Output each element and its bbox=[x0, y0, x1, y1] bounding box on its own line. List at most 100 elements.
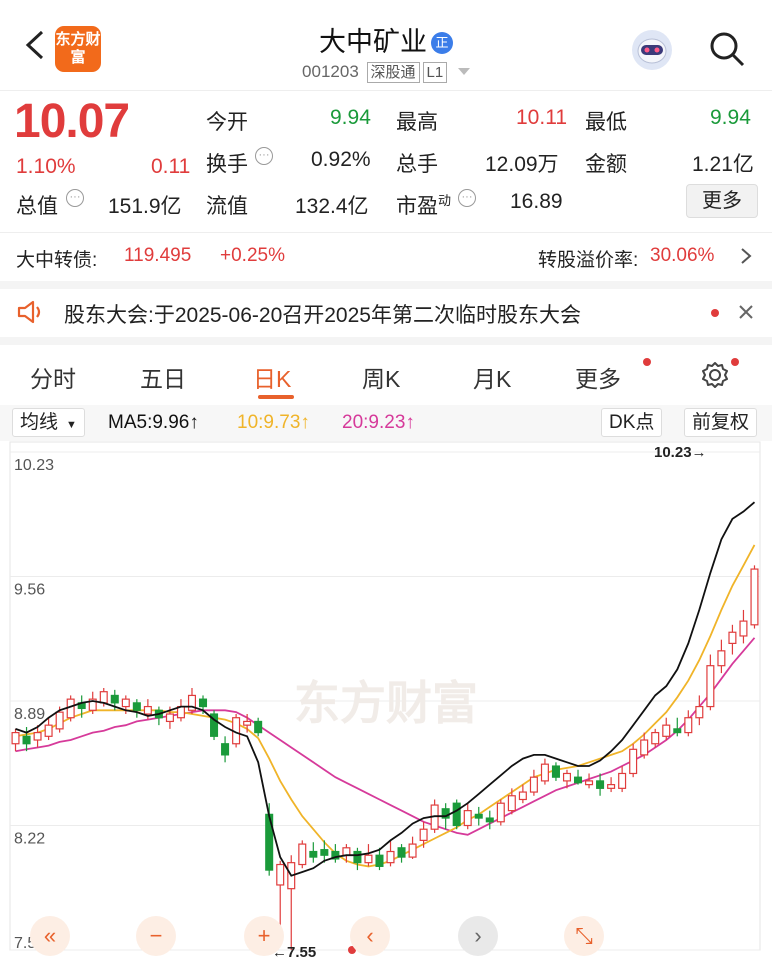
active-tab-indicator bbox=[258, 395, 294, 399]
open-label: 今开 bbox=[206, 111, 248, 134]
info-icon[interactable]: ··· bbox=[255, 147, 273, 165]
candle-body bbox=[551, 765, 560, 778]
candle-body bbox=[452, 802, 461, 827]
turnover-value: 0.92% bbox=[311, 148, 371, 171]
mktcap-value: 151.9亿 bbox=[108, 195, 182, 218]
float-value: 132.4亿 bbox=[295, 195, 369, 218]
amount-value: 1.21亿 bbox=[692, 153, 754, 176]
robot-avatar-icon[interactable] bbox=[632, 30, 672, 70]
bond-name: 大中转债: bbox=[16, 250, 98, 271]
stock-code: 001203 bbox=[302, 62, 359, 81]
kline-chart[interactable]: 10.239.568.898.227.55东方财富10.23→←7.55 bbox=[0, 441, 772, 971]
candle-body bbox=[33, 731, 42, 741]
ma10-label: 10:9.73↑ bbox=[237, 412, 310, 433]
candle-body bbox=[629, 748, 638, 775]
candle-body bbox=[474, 813, 483, 819]
search-icon[interactable] bbox=[708, 30, 746, 68]
premium-value: 30.06% bbox=[650, 245, 715, 266]
more-button[interactable]: 更多 bbox=[686, 184, 758, 218]
mktcap-label: 总值 bbox=[16, 195, 58, 218]
convertible-bond-row[interactable]: 大中转债: 119.495 +0.25% 转股溢价率: 30.06% bbox=[0, 233, 772, 279]
candle-body bbox=[573, 776, 583, 784]
turnover-label: 换手 bbox=[206, 153, 248, 176]
candle-body bbox=[496, 802, 505, 823]
next-icon[interactable]: › bbox=[458, 916, 498, 956]
premium-label: 转股溢价率: bbox=[538, 250, 639, 271]
candle-body bbox=[110, 694, 119, 704]
max-price-label: 10.23→ bbox=[654, 444, 707, 461]
low-label: 最低 bbox=[585, 111, 627, 134]
candle-body bbox=[353, 850, 362, 864]
candle-body bbox=[99, 691, 108, 704]
notice-bar[interactable]: 股东大会:于2025-06-20召开2025年第二次临时股东大会 bbox=[0, 289, 772, 335]
float-label: 流值 bbox=[206, 195, 248, 218]
candle-body bbox=[408, 843, 417, 858]
close-icon[interactable] bbox=[738, 304, 754, 320]
change-value: 0.11 bbox=[151, 155, 191, 178]
notice-text: 股东大会:于2025-06-20召开2025年第二次临时股东大会 bbox=[64, 304, 581, 327]
settings-dot bbox=[731, 358, 739, 366]
zoom-in-icon[interactable]: + bbox=[244, 916, 284, 956]
candle-body bbox=[562, 772, 572, 782]
candle-body bbox=[198, 698, 208, 708]
settings-gear-icon[interactable] bbox=[699, 360, 731, 390]
expand-icon[interactable]: ⤡ bbox=[564, 916, 604, 956]
candle-body bbox=[585, 780, 594, 786]
low-value: 9.94 bbox=[710, 106, 751, 129]
bond-price: 119.495 bbox=[124, 245, 192, 266]
y-tick-label: 10.23 bbox=[14, 457, 54, 474]
volume-label: 总手 bbox=[396, 153, 438, 176]
candle-body bbox=[607, 784, 616, 789]
candle-body bbox=[739, 620, 748, 637]
info-icon[interactable]: ··· bbox=[458, 189, 476, 207]
candle-body bbox=[695, 705, 704, 719]
stock-name: 大中矿业 bbox=[319, 27, 427, 57]
watermark: 东方财富 bbox=[294, 676, 478, 730]
candle-body bbox=[507, 795, 516, 812]
rewind-icon[interactable]: « bbox=[30, 916, 70, 956]
candle-body bbox=[717, 650, 726, 667]
dk-point-button[interactable]: DK点 bbox=[601, 408, 663, 437]
ma-selector[interactable]: 均线 ▼ bbox=[12, 408, 85, 437]
tab-weekly-k[interactable]: 周K bbox=[362, 360, 400, 394]
candle-body bbox=[143, 705, 152, 715]
adjust-button[interactable]: 前复权 bbox=[684, 408, 758, 437]
candle-body bbox=[121, 698, 130, 708]
tab-monthly-k[interactable]: 月K bbox=[473, 360, 511, 394]
candle-body bbox=[673, 728, 682, 734]
candle-body bbox=[397, 847, 406, 858]
open-value: 9.94 bbox=[330, 106, 371, 129]
current-price: 10.07 bbox=[14, 95, 130, 148]
level-tag: L1 bbox=[422, 62, 448, 83]
y-tick-label: 9.56 bbox=[14, 582, 45, 599]
prev-icon[interactable]: ‹ bbox=[350, 916, 390, 956]
candle-body bbox=[518, 791, 527, 801]
candle-body bbox=[386, 850, 395, 864]
candle-body bbox=[540, 763, 549, 782]
candle-body bbox=[485, 817, 494, 823]
candle-body bbox=[243, 720, 252, 726]
change-pct: 1.10% bbox=[16, 155, 76, 178]
candle-body bbox=[55, 711, 64, 730]
volume-value: 12.09万 bbox=[485, 153, 559, 176]
candle-body bbox=[44, 724, 53, 737]
candle-body bbox=[596, 780, 605, 789]
amount-label: 金额 bbox=[585, 153, 627, 176]
high-label: 最高 bbox=[396, 111, 438, 134]
zoom-out-icon[interactable]: − bbox=[136, 916, 176, 956]
tab-daily-k[interactable]: 日K bbox=[253, 360, 291, 394]
candle-body bbox=[618, 772, 627, 789]
info-icon[interactable]: ··· bbox=[66, 189, 84, 207]
tab-more[interactable]: 更多 bbox=[575, 360, 621, 394]
dropdown-caret-icon[interactable] bbox=[457, 68, 470, 75]
candle-body bbox=[640, 739, 649, 756]
speaker-icon bbox=[17, 300, 41, 324]
dropdown-caret-icon: ▼ bbox=[66, 419, 77, 431]
candle-body bbox=[419, 828, 428, 841]
tab-five-day[interactable]: 五日 bbox=[140, 360, 186, 394]
candle-body bbox=[276, 863, 285, 886]
connect-tag: 深股通 bbox=[366, 62, 420, 83]
tab-intraday[interactable]: 分时 bbox=[30, 360, 76, 394]
candle-body bbox=[11, 731, 20, 745]
candle-body bbox=[750, 568, 759, 626]
